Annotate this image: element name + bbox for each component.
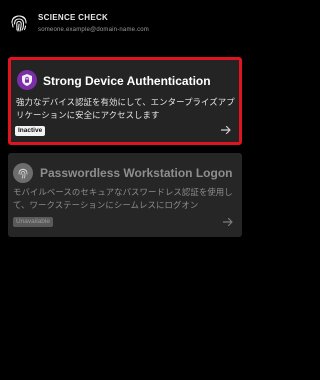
shield-lock-icon [17, 70, 37, 90]
strong-device-authentication-card[interactable]: Strong Device Authentication 強力なデバイス認証を有… [8, 57, 242, 145]
fingerprint-logo-icon [8, 12, 30, 34]
account-email: someone.example@domain-name.com [38, 27, 150, 33]
status-badge: Unavailable [13, 217, 53, 227]
fingerprint-icon [13, 163, 33, 183]
passwordless-workstation-logon-card[interactable]: Passwordless Workstation Logon モバイルベースのセ… [8, 153, 242, 237]
card-description: 強力なデバイス認証を有効にして、エンタープライズアプリケーションに安全にアクセス… [16, 97, 235, 120]
account-name: SCIENCE CHECK [38, 13, 109, 22]
card-title: Passwordless Workstation Logon [40, 166, 233, 180]
card-description: モバイルベースのセキュアなパスワードレス認証を使用して、ワークステーションにシー… [13, 187, 233, 210]
app-header: SCIENCE CHECK someone.example@domain-nam… [0, 0, 250, 52]
status-badge: Inactive [15, 126, 46, 136]
card-title: Strong Device Authentication [43, 74, 211, 88]
arrow-right-icon[interactable] [222, 215, 234, 227]
arrow-right-icon[interactable] [220, 123, 232, 135]
